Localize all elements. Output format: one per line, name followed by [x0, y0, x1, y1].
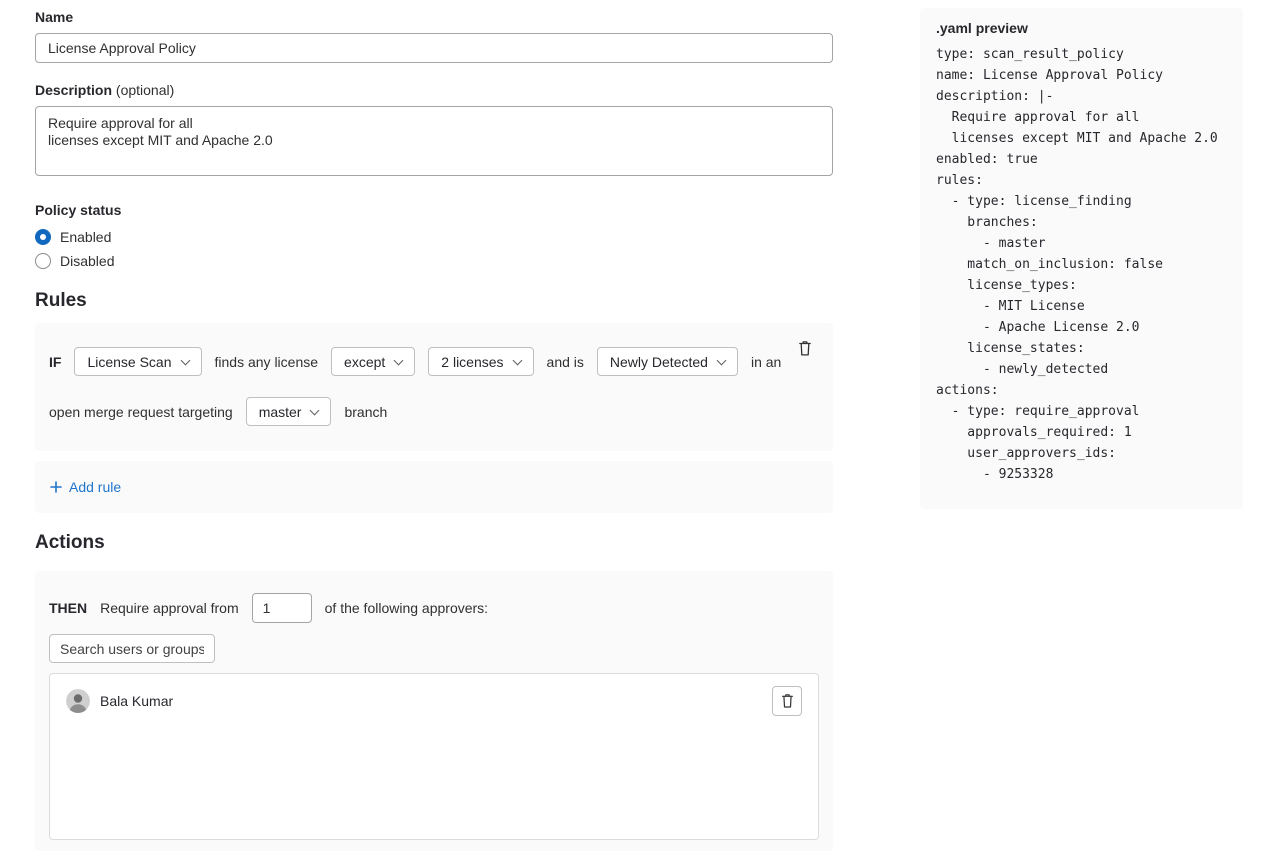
action-approval-row: THEN Require approval from of the follow… — [49, 593, 819, 623]
license-count-dropdown[interactable]: 2 licenses — [428, 347, 533, 376]
rule-condition-row: IF License Scan finds any license except… — [49, 347, 819, 376]
chevron-down-icon — [181, 356, 189, 364]
description-label: Description (optional) — [35, 81, 833, 99]
license-count-dropdown-value: 2 licenses — [441, 354, 503, 370]
then-keyword: THEN — [49, 600, 87, 616]
chevron-down-icon — [513, 356, 521, 364]
add-rule-section: Add rule — [35, 461, 833, 513]
policy-status-label: Policy status — [35, 201, 833, 219]
radio-disabled-icon[interactable] — [35, 253, 51, 269]
require-approval-from-text: Require approval from — [100, 600, 239, 616]
radio-enabled[interactable]: Enabled — [35, 225, 833, 249]
if-keyword: IF — [49, 354, 61, 370]
match-type-dropdown-value: except — [344, 354, 385, 370]
rules-heading: Rules — [35, 289, 833, 313]
policy-status-radio-group: Enabled Disabled — [35, 225, 833, 273]
branch-text: branch — [344, 404, 387, 420]
license-state-dropdown-value: Newly Detected — [610, 354, 708, 370]
approver-name: Bala Kumar — [100, 693, 173, 709]
yaml-preview-panel: .yaml preview type: scan_result_policy n… — [920, 8, 1243, 509]
rule-branch-row: open merge request targeting master bran… — [49, 397, 819, 426]
remove-approver-button[interactable] — [772, 686, 802, 716]
finds-any-license-text: finds any license — [215, 354, 319, 370]
policy-form: Name Description (optional) Require appr… — [35, 8, 833, 851]
in-an-text: in an — [751, 354, 781, 370]
trash-icon — [797, 340, 813, 357]
policy-editor-page: Name Description (optional) Require appr… — [0, 0, 1265, 863]
plus-icon — [49, 480, 63, 494]
approver-list: Bala Kumar — [49, 673, 819, 840]
radio-enabled-label: Enabled — [60, 229, 111, 245]
approvals-required-input[interactable] — [252, 593, 312, 623]
delete-rule-button[interactable] — [795, 338, 815, 359]
merge-request-targeting-text: open merge request targeting — [49, 404, 233, 420]
rule-card: IF License Scan finds any license except… — [35, 323, 833, 451]
radio-disabled-label: Disabled — [60, 253, 114, 269]
scanner-dropdown-value: License Scan — [87, 354, 171, 370]
actions-heading: Actions — [35, 531, 833, 555]
search-users-input[interactable] — [49, 634, 215, 663]
description-optional-text: (optional) — [116, 82, 174, 98]
yaml-preview-title: .yaml preview — [936, 20, 1227, 36]
match-type-dropdown[interactable]: except — [331, 347, 415, 376]
chevron-down-icon — [394, 356, 402, 364]
license-state-dropdown[interactable]: Newly Detected — [597, 347, 738, 376]
description-textarea[interactable]: Require approval for all licenses except… — [35, 106, 833, 176]
name-label: Name — [35, 8, 833, 26]
chevron-down-icon — [310, 406, 318, 414]
action-card: THEN Require approval from of the follow… — [35, 571, 833, 851]
add-rule-label: Add rule — [69, 478, 121, 496]
add-rule-button[interactable]: Add rule — [49, 478, 121, 496]
and-is-text: and is — [547, 354, 584, 370]
chevron-down-icon — [717, 356, 725, 364]
description-label-text: Description — [35, 82, 112, 98]
avatar — [66, 689, 90, 713]
approver-row: Bala Kumar — [66, 686, 802, 716]
branch-dropdown-value: master — [259, 404, 302, 420]
trash-icon — [780, 693, 795, 709]
name-input[interactable] — [35, 33, 833, 63]
radio-enabled-icon[interactable] — [35, 229, 51, 245]
scanner-dropdown[interactable]: License Scan — [74, 347, 201, 376]
of-following-approvers-text: of the following approvers: — [325, 600, 488, 616]
branch-dropdown[interactable]: master — [246, 397, 332, 426]
radio-disabled[interactable]: Disabled — [35, 249, 833, 273]
yaml-code: type: scan_result_policy name: License A… — [936, 44, 1227, 485]
